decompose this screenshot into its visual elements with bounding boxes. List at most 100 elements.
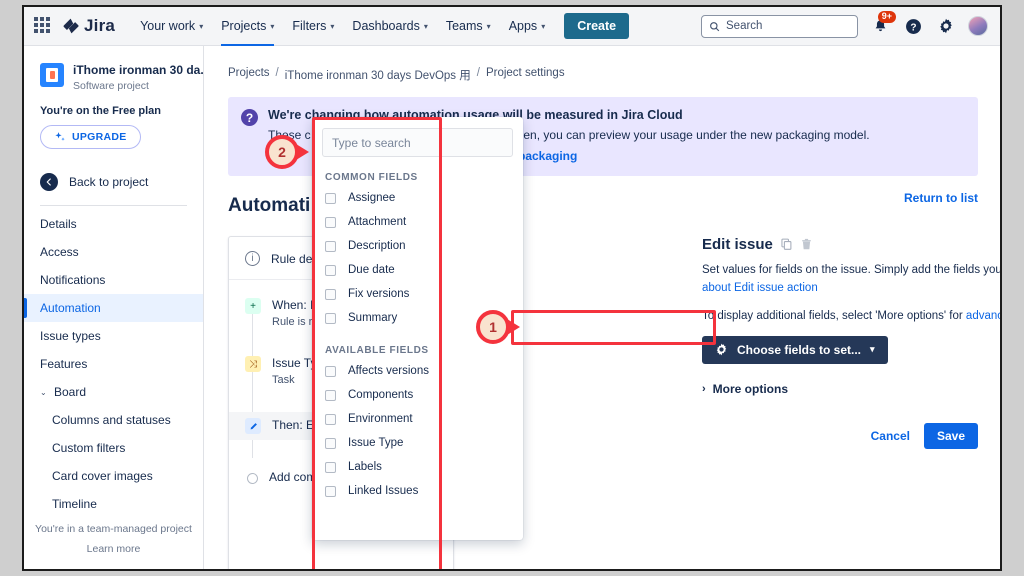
field-option-fix-versions[interactable]: Fix versions <box>312 282 523 306</box>
nav-label: Apps <box>508 19 538 33</box>
checkbox-icon[interactable] <box>325 413 336 425</box>
jira-logo[interactable]: Jira <box>62 16 115 36</box>
checkbox-icon[interactable] <box>325 365 336 377</box>
field-option-assignee[interactable]: Assignee <box>312 186 523 210</box>
field-option-environment[interactable]: Environment <box>312 407 523 431</box>
back-to-project-button[interactable]: Back to project <box>24 173 203 191</box>
rule-step-line1: Then: E <box>272 418 315 432</box>
learn-more-link[interactable]: Learn more <box>24 543 203 555</box>
choose-fields-to-set-button[interactable]: Choose fields to set... ▾ <box>702 335 888 364</box>
sidebar-item-timeline[interactable]: Timeline <box>24 490 203 518</box>
plan-status-text: You're on the Free plan <box>40 105 161 117</box>
field-option-due-date[interactable]: Due date <box>312 258 523 282</box>
nav-item-dashboards[interactable]: Dashboards ▾ <box>343 13 436 39</box>
fields-search-input[interactable]: Type to search <box>322 128 513 157</box>
create-button[interactable]: Create <box>564 13 630 39</box>
copy-icon[interactable] <box>780 238 793 251</box>
sidebar-item-automation[interactable]: Automation <box>24 294 203 322</box>
back-to-project-label: Back to project <box>69 175 149 189</box>
sidebar-footer: You're in a team-managed project Learn m… <box>24 523 203 555</box>
browser-window: Jira Your work ▾ Projects ▾ Filters ▾ Da… <box>22 5 1002 571</box>
checkbox-icon[interactable] <box>325 240 336 252</box>
app-switcher-icon[interactable] <box>34 17 54 35</box>
more-options-toggle[interactable]: › More options <box>702 381 1000 396</box>
save-button[interactable]: Save <box>923 423 978 449</box>
rule-step-line1: Add com <box>269 470 317 484</box>
field-option-affects-versions[interactable]: Affects versions <box>312 359 523 383</box>
field-option-components[interactable]: Components <box>312 383 523 407</box>
checkbox-icon[interactable] <box>325 485 336 497</box>
checkbox-icon[interactable] <box>325 437 336 449</box>
team-managed-text: You're in a team-managed project <box>35 523 192 535</box>
return-to-list-link[interactable]: Return to list <box>904 191 978 205</box>
nav-item-your-work[interactable]: Your work ▾ <box>131 13 212 39</box>
sidebar-item-features[interactable]: Features <box>24 350 203 378</box>
checkbox-icon[interactable] <box>325 312 336 324</box>
fields-search-placeholder: Type to search <box>332 135 411 150</box>
settings-button[interactable] <box>935 15 957 37</box>
nav-item-projects[interactable]: Projects ▾ <box>212 13 283 47</box>
field-option-issue-type[interactable]: Issue Type <box>312 431 523 455</box>
checkbox-icon[interactable] <box>325 192 336 204</box>
sidebar-item-label: Board <box>54 385 87 399</box>
sidebar-item-custom-filters[interactable]: Custom filters <box>24 434 203 462</box>
checkbox-icon[interactable] <box>325 216 336 228</box>
sidebar-menu: Details Access Notifications Automation … <box>24 206 203 518</box>
annotation-marker-2: 2 <box>265 135 309 169</box>
field-option-label: Fix versions <box>348 288 410 300</box>
rule-step-line2: Task <box>272 374 295 386</box>
sidebar-item-card-cover-images[interactable]: Card cover images <box>24 462 203 490</box>
circle-icon <box>247 473 258 484</box>
sidebar-item-notifications[interactable]: Notifications <box>24 266 203 294</box>
chevron-down-icon: ▾ <box>330 21 335 31</box>
sidebar-item-label: Custom filters <box>52 441 126 455</box>
sidebar-item-access[interactable]: Access <box>24 238 203 266</box>
field-option-linked-issues[interactable]: Linked Issues <box>312 479 523 503</box>
chevron-down-icon: ⌄ <box>40 387 47 397</box>
checkbox-icon[interactable] <box>325 288 336 300</box>
annotation-marker-1-pointer <box>507 319 520 335</box>
breadcrumb-project[interactable]: iThome ironman 30 days DevOps 用 <box>285 67 471 83</box>
sidebar-item-label: Columns and statuses <box>52 413 171 427</box>
choose-fields-label: Choose fields to set... <box>737 342 862 357</box>
sidebar-item-label: Notifications <box>40 273 106 287</box>
sidebar-item-board[interactable]: ⌄ Board <box>24 378 203 406</box>
sidebar-item-issue-types[interactable]: Issue types <box>24 322 203 350</box>
help-button[interactable]: ? <box>902 15 924 37</box>
back-arrow-icon <box>40 173 58 191</box>
nav-item-apps[interactable]: Apps ▾ <box>500 13 555 39</box>
breadcrumb-projects[interactable]: Projects <box>228 67 270 83</box>
sidebar-item-columns-and-statuses[interactable]: Columns and statuses <box>24 406 203 434</box>
nav-item-filters[interactable]: Filters ▾ <box>283 13 343 39</box>
annotation-marker-1: 1 <box>476 310 520 344</box>
field-option-attachment[interactable]: Attachment <box>312 210 523 234</box>
sidebar-item-label: Automation <box>40 301 101 315</box>
project-header[interactable]: iThome ironman 30 da... Software project <box>24 63 210 92</box>
checkbox-icon[interactable] <box>325 461 336 473</box>
more-options-label: More options <box>712 381 788 396</box>
field-option-labels[interactable]: Labels <box>312 455 523 479</box>
advanced-field-editing-link[interactable]: advanced field editing <box>966 310 1000 322</box>
checkbox-icon[interactable] <box>325 264 336 276</box>
annotation-marker-2-pointer <box>296 144 309 160</box>
detail-description: Set values for fields on the issue. Simp… <box>702 262 1000 298</box>
chevron-down-icon: ▾ <box>199 21 204 31</box>
field-option-label: Environment <box>348 413 413 425</box>
chevron-down-icon: ▾ <box>541 21 546 31</box>
notifications-button[interactable]: 9+ <box>869 11 896 37</box>
avatar[interactable] <box>968 16 988 36</box>
field-option-description[interactable]: Description <box>312 234 523 258</box>
upgrade-button[interactable]: UPGRADE <box>40 125 141 149</box>
fields-group-common-title: COMMON FIELDS <box>325 172 418 183</box>
nav-item-teams[interactable]: Teams ▾ <box>437 13 500 39</box>
cancel-button[interactable]: Cancel <box>871 429 910 443</box>
search-input[interactable]: Search <box>701 14 858 38</box>
sidebar-item-details[interactable]: Details <box>24 210 203 238</box>
trash-icon[interactable] <box>800 238 813 251</box>
banner-body-right: then, you can preview your usage under t… <box>513 128 870 142</box>
jira-wordmark: Jira <box>84 16 116 35</box>
breadcrumb-project-settings[interactable]: Project settings <box>486 67 565 83</box>
checkbox-icon[interactable] <box>325 389 336 401</box>
field-option-label: Summary <box>348 312 398 324</box>
nav-label: Projects <box>221 19 267 33</box>
